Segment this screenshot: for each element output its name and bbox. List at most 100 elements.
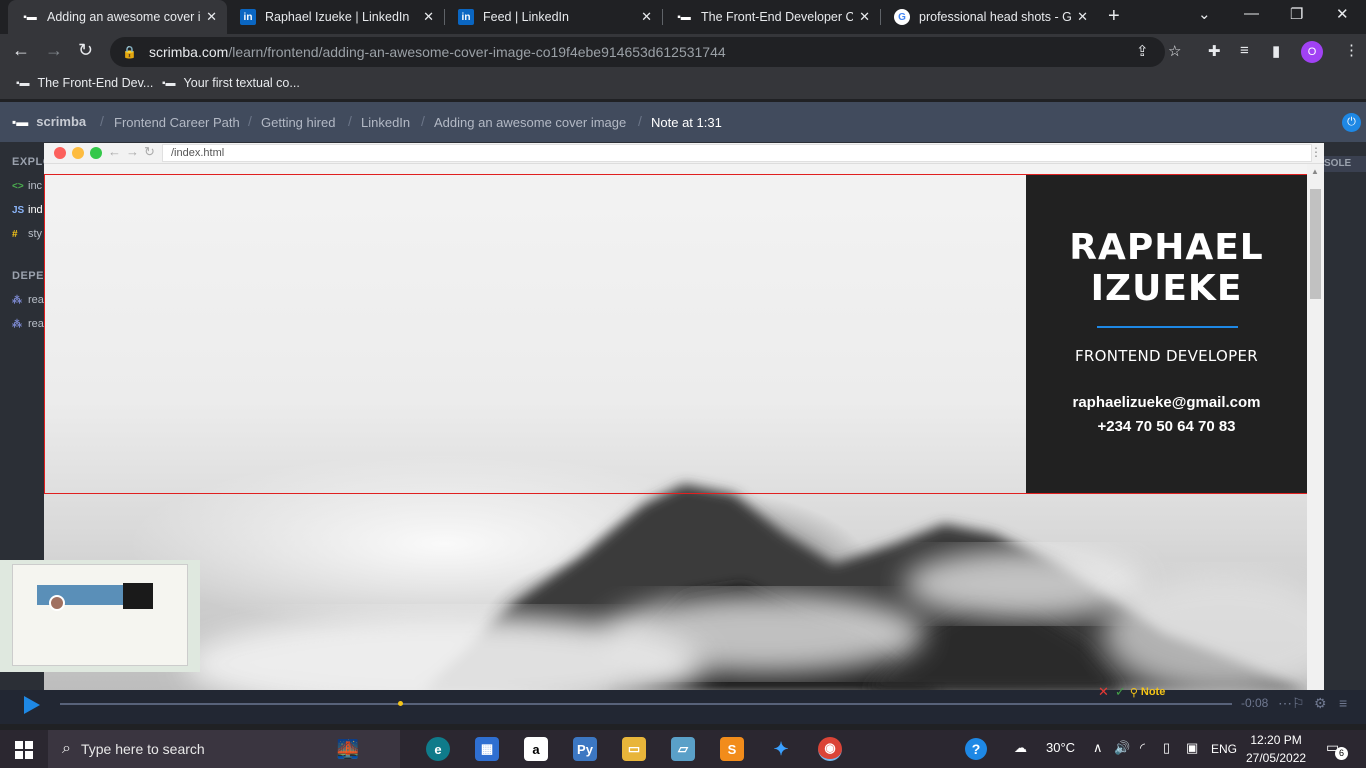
maximize-dot-icon[interactable] bbox=[90, 147, 102, 159]
scroll-up-icon[interactable]: ▲ bbox=[1311, 167, 1319, 176]
scrimba-logo[interactable]: ▪▬ scrimba bbox=[12, 114, 86, 129]
preview-back-icon[interactable]: ← bbox=[108, 144, 121, 159]
bookmark-icon[interactable]: ⚐ bbox=[1292, 695, 1305, 712]
more-icon[interactable]: ⋯ bbox=[1278, 695, 1292, 712]
preview-menu-icon[interactable]: ⋮ bbox=[1310, 145, 1322, 159]
scrollbar-thumb[interactable] bbox=[1310, 189, 1321, 299]
weather-icon[interactable]: ☁ bbox=[1014, 740, 1027, 756]
bookmark-frontend-dev[interactable]: ▪▬ The Front-End Dev... bbox=[16, 76, 153, 90]
tab-scrimba-cover[interactable]: ▪▬ Adding an awesome cover ima ✕ bbox=[8, 0, 227, 34]
python-file-icon[interactable]: Py bbox=[573, 737, 597, 761]
breadcrumb-separator: / bbox=[348, 113, 352, 129]
tray-chevron-icon[interactable]: ∧ bbox=[1093, 740, 1103, 756]
close-tab-icon[interactable]: ✕ bbox=[423, 9, 434, 25]
preview-url-field[interactable]: /index.html bbox=[162, 144, 1312, 162]
bookmark-first-textual[interactable]: ▪▬ Your first textual co... bbox=[162, 76, 300, 90]
sublime-text-icon[interactable]: S bbox=[720, 737, 744, 761]
scrimba-header: ▪▬ scrimba / Frontend Career Path / Gett… bbox=[0, 102, 1366, 142]
css-file-icon: # bbox=[12, 228, 18, 240]
vscode-icon[interactable]: ✦ bbox=[769, 737, 793, 761]
linkedin-profile-screenshot bbox=[12, 564, 188, 666]
tab-search-icon[interactable]: ⌄ bbox=[1198, 5, 1211, 23]
preview-scrollbar[interactable]: ▲ bbox=[1307, 164, 1324, 690]
side-panel-icon[interactable]: ▮ bbox=[1272, 42, 1280, 60]
progress-track[interactable] bbox=[60, 703, 1232, 705]
wifi-icon[interactable]: ◜ bbox=[1140, 740, 1145, 756]
cover-image-frame: RAPHAEL IZUEKE FRONTEND DEVELOPER raphae… bbox=[44, 174, 1307, 494]
tab-title: Raphael Izueke | LinkedIn bbox=[265, 10, 410, 24]
chrome-menu-icon[interactable]: ⋮ bbox=[1344, 41, 1359, 59]
profile-card bbox=[123, 583, 153, 609]
file-styles-css[interactable]: # sty bbox=[12, 228, 42, 240]
preview-forward-icon[interactable]: → bbox=[126, 144, 139, 159]
close-tab-icon[interactable]: ✕ bbox=[859, 9, 870, 25]
forward-button[interactable]: → bbox=[45, 40, 63, 61]
store-icon[interactable]: ▦ bbox=[475, 737, 499, 761]
new-tab-button[interactable]: + bbox=[1108, 5, 1120, 28]
back-button[interactable]: ← bbox=[12, 40, 30, 61]
tab-linkedin-feed[interactable]: in Feed | LinkedIn ✕ bbox=[444, 0, 662, 34]
note-label: Note bbox=[1140, 686, 1166, 698]
profile-avatar[interactable]: O bbox=[1301, 41, 1323, 63]
close-tab-icon[interactable]: ✕ bbox=[206, 9, 217, 25]
file-index-html[interactable]: <> inc bbox=[12, 180, 42, 192]
media-control-icon[interactable]: ≡ bbox=[1240, 42, 1249, 59]
settings-gear-icon[interactable]: ⚙ bbox=[1314, 695, 1327, 712]
chrome-icon[interactable]: ◉ bbox=[818, 737, 842, 761]
volume-icon[interactable]: 🔊 bbox=[1114, 740, 1130, 756]
bridge-illustration-icon[interactable]: 🌉 bbox=[318, 737, 378, 761]
breadcrumb-frontend-career-path[interactable]: Frontend Career Path bbox=[114, 115, 240, 130]
progress-marker[interactable] bbox=[398, 701, 403, 706]
breadcrumb-cover-image[interactable]: Adding an awesome cover image bbox=[434, 115, 626, 130]
close-dot-icon[interactable] bbox=[54, 147, 66, 159]
note-marker[interactable]: ✕ ✓ ⚲ Note bbox=[1098, 684, 1165, 700]
share-icon[interactable]: ⇪ bbox=[1136, 42, 1149, 60]
play-icon[interactable] bbox=[24, 696, 40, 714]
bookmark-label: The Front-End Dev... bbox=[37, 76, 154, 90]
notes-app-icon[interactable]: ▱ bbox=[671, 737, 695, 761]
file-name: sty bbox=[28, 228, 43, 240]
edge-icon[interactable]: e bbox=[426, 737, 450, 761]
dependency-react[interactable]: ⁂ rea bbox=[12, 294, 44, 306]
js-file-icon: JS bbox=[12, 204, 25, 216]
windows-start-icon[interactable] bbox=[15, 741, 33, 759]
weather-temperature[interactable]: 30°C bbox=[1046, 740, 1075, 755]
preview-reload-icon[interactable]: ↻ bbox=[144, 144, 155, 160]
instructor-video-thumbnail[interactable] bbox=[0, 560, 200, 672]
system-clock[interactable]: 12:20 PM 27/05/2022 bbox=[1246, 731, 1306, 767]
minimize-button[interactable]: — bbox=[1244, 5, 1259, 22]
close-tab-icon[interactable]: ✕ bbox=[1077, 9, 1088, 25]
menu-icon[interactable]: ≡ bbox=[1339, 695, 1347, 711]
language-indicator[interactable]: ENG bbox=[1211, 742, 1237, 756]
tab-title: The Front-End Developer Ca bbox=[701, 10, 854, 24]
bookmark-star-icon[interactable]: ☆ bbox=[1168, 42, 1181, 60]
tab-linkedin-profile[interactable]: in Raphael Izueke | LinkedIn ✕ bbox=[226, 0, 444, 34]
tab-frontend-career[interactable]: ▪▬ The Front-End Developer Ca ✕ bbox=[662, 0, 880, 34]
close-tab-icon[interactable]: ✕ bbox=[641, 9, 652, 25]
power-icon[interactable]: ⏻ bbox=[1342, 113, 1361, 132]
reject-note-icon[interactable]: ✕ bbox=[1098, 684, 1109, 700]
accept-note-icon[interactable]: ✓ bbox=[1115, 684, 1126, 700]
dependency-react-dom[interactable]: ⁂ rea bbox=[12, 318, 44, 330]
amazon-icon[interactable]: a bbox=[524, 737, 548, 761]
help-icon[interactable]: ? bbox=[965, 738, 987, 760]
display-icon[interactable]: ▣ bbox=[1186, 740, 1198, 756]
file-index-js[interactable]: JS ind bbox=[12, 204, 43, 216]
tab-google-search[interactable]: G professional head shots - Go ✕ bbox=[880, 0, 1098, 34]
url-host: scrimba.com bbox=[148, 44, 229, 60]
battery-icon[interactable]: ▯ bbox=[1163, 740, 1170, 756]
console-tab[interactable]: SOLE bbox=[1322, 156, 1366, 172]
job-title: FRONTEND DEVELOPER bbox=[1075, 347, 1258, 365]
notification-count-badge: 6 bbox=[1335, 747, 1348, 760]
breadcrumb-linkedin[interactable]: LinkedIn bbox=[361, 115, 410, 130]
package-icon: ⁂ bbox=[12, 318, 22, 330]
minimize-dot-icon[interactable] bbox=[72, 147, 84, 159]
close-window-button[interactable]: ✕ bbox=[1336, 5, 1349, 23]
maximize-button[interactable]: ❐ bbox=[1290, 5, 1303, 23]
browser-toolbar: ← → ↻ 🔒 scrimba.com /learn/frontend/addi… bbox=[0, 34, 1366, 70]
address-bar[interactable]: 🔒 scrimba.com /learn/frontend/adding-an-… bbox=[110, 37, 1165, 67]
extensions-icon[interactable]: ✚ bbox=[1208, 42, 1221, 60]
file-explorer-icon[interactable]: ▭ bbox=[622, 737, 646, 761]
reload-button[interactable]: ↻ bbox=[78, 40, 93, 61]
breadcrumb-getting-hired[interactable]: Getting hired bbox=[261, 115, 335, 130]
